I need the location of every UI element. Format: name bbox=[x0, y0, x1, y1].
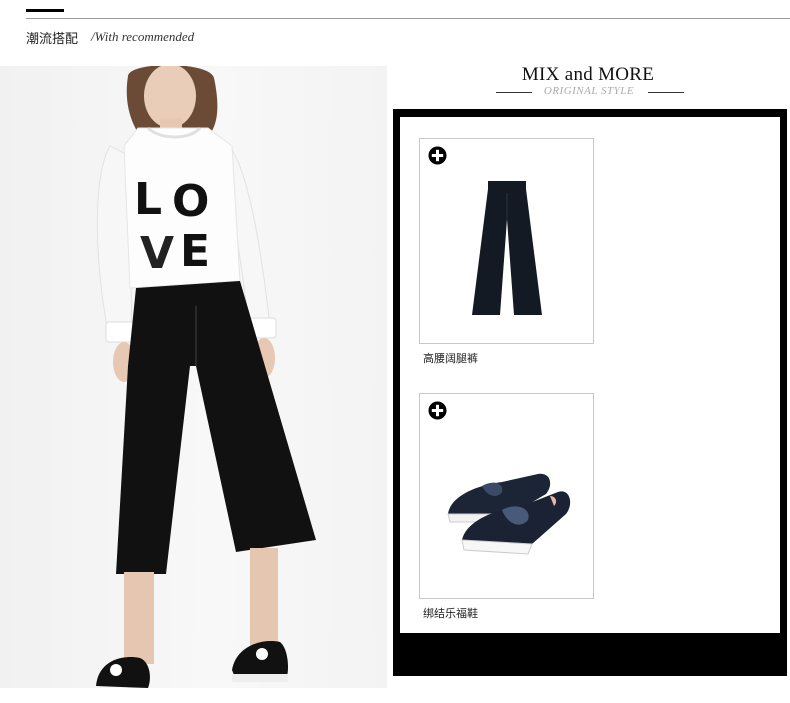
mix-title: MIX and MORE bbox=[521, 64, 655, 85]
plus-circle-icon[interactable] bbox=[428, 146, 447, 165]
trousers-image bbox=[472, 181, 542, 315]
shirt-letter-v: V bbox=[140, 228, 174, 279]
product-name-trousers[interactable]: 高腰阔腿裤 bbox=[423, 350, 478, 366]
mix-subtitle: ORIGINAL STYLE bbox=[543, 85, 635, 97]
shirt-letter-o: O bbox=[172, 176, 209, 227]
loafers-image bbox=[447, 473, 571, 555]
section-subtitle: /With recommended bbox=[91, 29, 195, 44]
mix-subtitle-block: ORIGINAL STYLE bbox=[494, 85, 684, 101]
product-name-loafers[interactable]: 绑结乐福鞋 bbox=[423, 605, 478, 621]
shirt-letter-l: L bbox=[134, 174, 162, 225]
shirt-letter-e: E bbox=[180, 226, 210, 277]
product-card-loafers[interactable] bbox=[419, 393, 594, 599]
product-card-trousers[interactable] bbox=[419, 138, 594, 344]
top-accent-bar bbox=[26, 9, 64, 12]
section-title: 潮流搭配 bbox=[26, 32, 79, 47]
model-photo: L O V E bbox=[0, 66, 387, 688]
top-divider bbox=[26, 18, 790, 19]
subtitle-rule-right bbox=[648, 92, 684, 93]
plus-circle-icon[interactable] bbox=[428, 401, 447, 420]
